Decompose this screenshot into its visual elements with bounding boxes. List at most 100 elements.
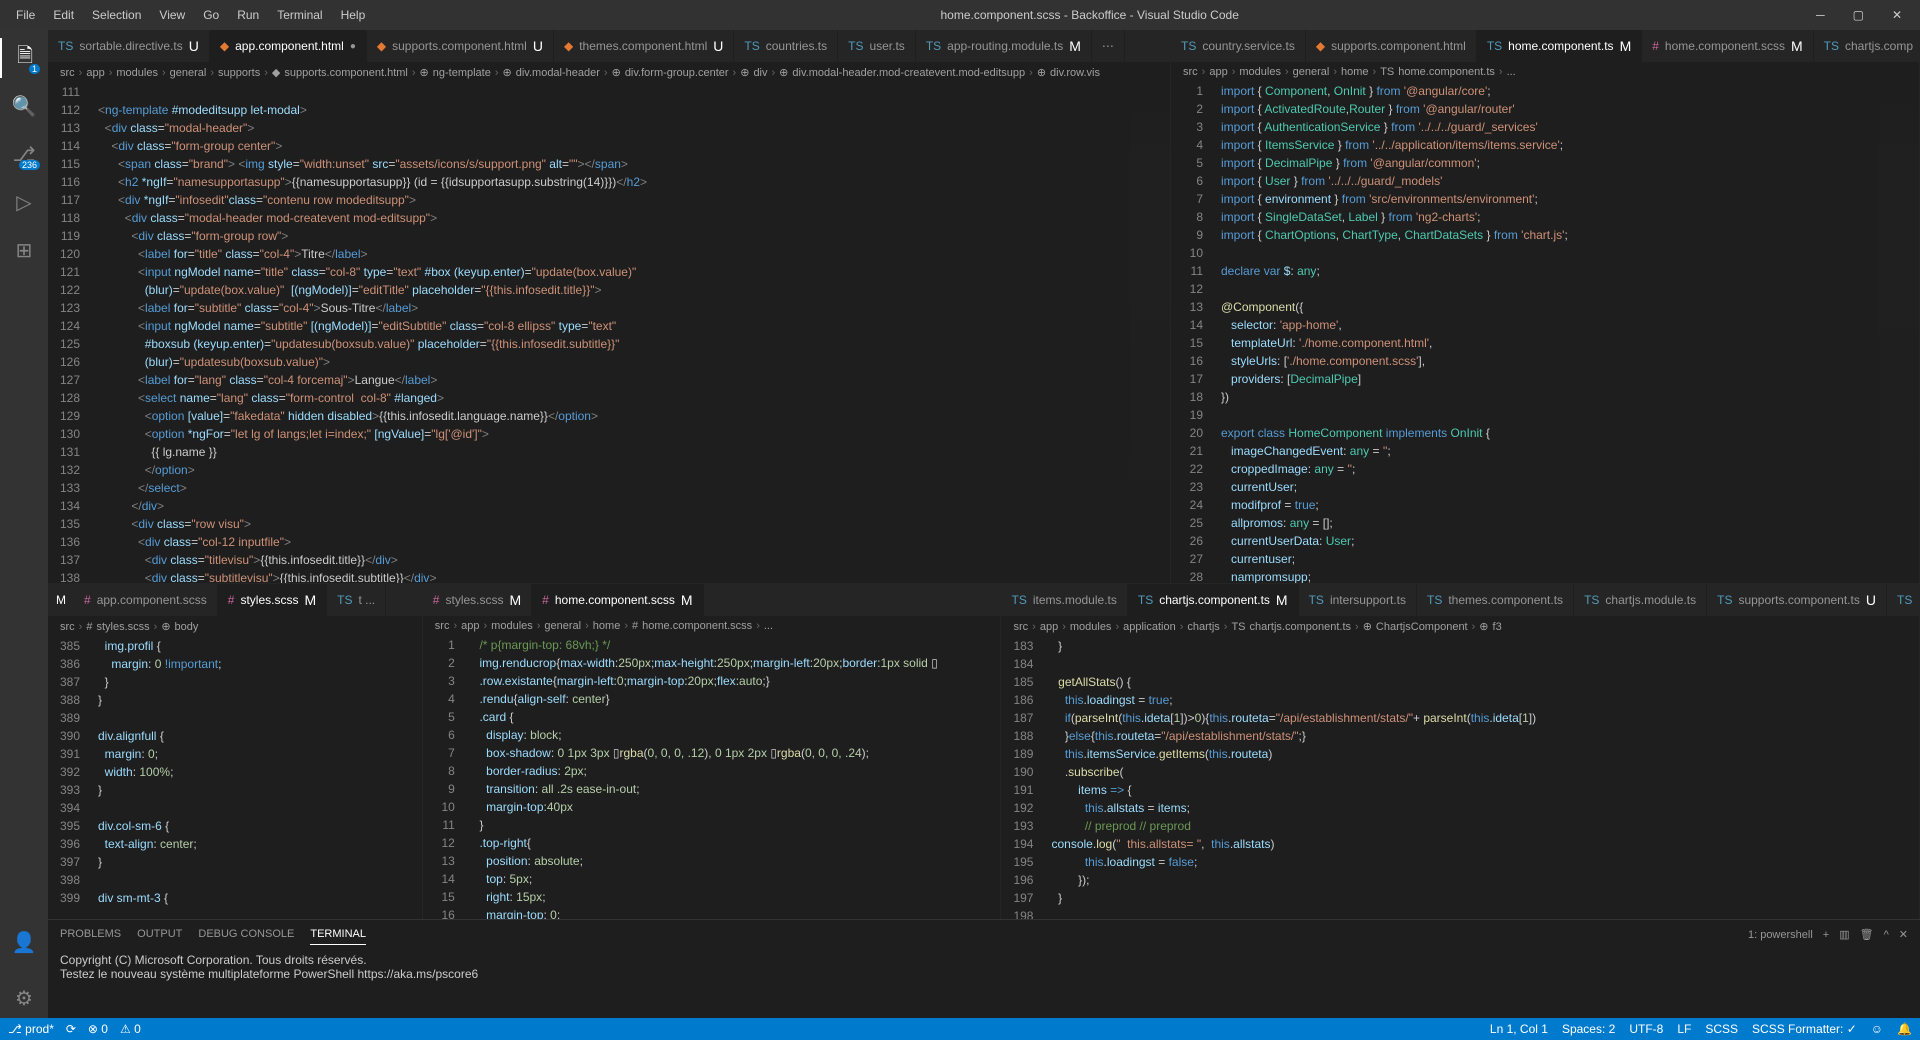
menu-edit[interactable]: Edit bbox=[45, 4, 82, 26]
explorer-icon[interactable]: 🗎1 bbox=[0, 38, 48, 78]
tab[interactable]: #home.component.scssM bbox=[1642, 30, 1813, 62]
panel-tab-debug[interactable]: DEBUG CONSOLE bbox=[198, 924, 294, 945]
tab[interactable]: #styles.scssM bbox=[423, 584, 532, 616]
formatter-indicator[interactable]: SCSS Formatter: ✓ bbox=[1752, 1022, 1857, 1036]
close-panel-icon[interactable]: ✕ bbox=[1899, 924, 1908, 945]
maximize-panel-icon[interactable]: ^ bbox=[1884, 925, 1889, 945]
tab[interactable]: TSsortable.directive.tsU bbox=[48, 30, 210, 62]
maximize-button[interactable]: ▢ bbox=[1843, 4, 1874, 26]
minimap[interactable] bbox=[1130, 83, 1170, 583]
tab[interactable]: #home.component.scssM bbox=[532, 584, 703, 616]
tab[interactable]: ◆supports.component.html bbox=[1306, 30, 1477, 62]
tab[interactable]: #app.component.scss bbox=[74, 584, 218, 616]
indent-indicator[interactable]: Spaces: 2 bbox=[1562, 1022, 1615, 1036]
search-icon[interactable]: 🔍 bbox=[0, 86, 48, 126]
minimap[interactable] bbox=[1879, 82, 1919, 583]
tab[interactable]: TSchartjs.component.tsM bbox=[1128, 584, 1299, 616]
feedback-icon[interactable]: ☺ bbox=[1871, 1022, 1883, 1036]
bell-icon[interactable]: 🔔 bbox=[1897, 1022, 1912, 1036]
editor-body[interactable]: 111112<ng-template #modeditsupp let-moda… bbox=[48, 83, 1170, 583]
tab-bar: TSitems.module.ts TSchartjs.component.ts… bbox=[1001, 584, 1919, 616]
minimize-button[interactable]: ─ bbox=[1806, 4, 1835, 26]
terminal-line: Copyright (C) Microsoft Corporation. Tou… bbox=[60, 953, 1908, 967]
status-indicator: M bbox=[48, 584, 74, 616]
tab[interactable]: TSt ... bbox=[327, 584, 386, 616]
breadcrumb[interactable]: src› app› modules› general› home› # home… bbox=[423, 616, 1001, 636]
tab-bar: TScountry.service.ts ◆supports.component… bbox=[1171, 30, 1919, 62]
menu-help[interactable]: Help bbox=[333, 4, 374, 26]
tab[interactable]: TSintersupport.ts bbox=[1299, 584, 1417, 616]
tab[interactable]: TSthemes.component.ts bbox=[1417, 584, 1574, 616]
branch-indicator[interactable]: ⎇ prod* bbox=[8, 1022, 54, 1036]
tab[interactable]: TSitems.module.ts bbox=[1001, 584, 1127, 616]
tab[interactable]: TSuser.ts bbox=[838, 30, 916, 62]
tab[interactable]: #styles.scssM bbox=[218, 584, 327, 616]
debug-icon[interactable]: ▷ bbox=[0, 182, 48, 222]
editor-group-mid-a: M #app.component.scss #styles.scssM TSt … bbox=[48, 584, 423, 919]
extensions-icon[interactable]: ⊞ bbox=[0, 230, 48, 270]
terminal-selector[interactable]: 1: powershell bbox=[1748, 925, 1813, 945]
tab[interactable]: ◆themes.component.htmlU bbox=[554, 30, 734, 62]
tab[interactable]: TSapp-routing.module.tsM bbox=[916, 30, 1092, 62]
warnings-count[interactable]: ⚠ 0 bbox=[120, 1022, 141, 1036]
editor-group-mid-b: #styles.scssM #home.component.scssM src›… bbox=[423, 584, 1002, 919]
breadcrumb[interactable]: src› app› modules› general› supports› ◆ … bbox=[48, 62, 1170, 83]
editor-body[interactable]: 1 /* p{margin-top: 68vh;} */2 img.renduc… bbox=[423, 636, 1001, 919]
tab[interactable]: TSchartjs.comp bbox=[1814, 30, 1919, 62]
panel-tab-output[interactable]: OUTPUT bbox=[137, 924, 182, 945]
breadcrumb[interactable]: src› # styles.scss› ⊕ body bbox=[48, 616, 422, 637]
menu-file[interactable]: File bbox=[8, 4, 43, 26]
panel-tab-terminal[interactable]: TERMINAL bbox=[310, 924, 366, 945]
menu-selection[interactable]: Selection bbox=[84, 4, 149, 26]
terminal-body[interactable]: Copyright (C) Microsoft Corporation. Tou… bbox=[48, 949, 1920, 1018]
activity-bar: 🗎1 🔍 ⎇236 ▷ ⊞ 👤 ⚙ bbox=[0, 30, 48, 1018]
status-bar: ⎇ prod* ⟳ ⊗ 0 ⚠ 0 Ln 1, Col 1 Spaces: 2 … bbox=[0, 1018, 1920, 1040]
editor-group-mid-c: TSitems.module.ts TSchartjs.component.ts… bbox=[1001, 584, 1920, 919]
encoding-indicator[interactable]: UTF-8 bbox=[1629, 1022, 1663, 1036]
editor-body[interactable]: 183 }184185 getAllStats() {186 this.load… bbox=[1001, 637, 1919, 919]
editor-body[interactable]: 385 img.profil {386 margin: 0 !important… bbox=[48, 637, 422, 919]
window-controls: ─ ▢ ✕ bbox=[1806, 4, 1912, 26]
breadcrumb[interactable]: src› app› modules› general› home› TS hom… bbox=[1171, 62, 1919, 82]
editor-group-top-right: TScountry.service.ts ◆supports.component… bbox=[1171, 30, 1920, 583]
explorer-badge: 1 bbox=[29, 64, 40, 74]
window-title: home.component.scss - Backoffice - Visua… bbox=[373, 8, 1806, 22]
panel-tab-problems[interactable]: PROBLEMS bbox=[60, 924, 121, 945]
trash-icon[interactable]: 🗑 bbox=[1860, 924, 1874, 945]
eol-indicator[interactable]: LF bbox=[1677, 1022, 1691, 1036]
tab[interactable]: TScountries.ts bbox=[734, 30, 838, 62]
language-indicator[interactable]: SCSS bbox=[1705, 1022, 1738, 1036]
scm-icon[interactable]: ⎇236 bbox=[0, 134, 48, 174]
panel: PROBLEMS OUTPUT DEBUG CONSOLE TERMINAL 1… bbox=[48, 919, 1920, 1018]
menu-view[interactable]: View bbox=[151, 4, 193, 26]
menu-go[interactable]: Go bbox=[195, 4, 227, 26]
tab-bar: #styles.scssM #home.component.scssM bbox=[423, 584, 1001, 616]
tab[interactable]: TShome.component.tsM bbox=[1477, 30, 1642, 62]
tab-bar: TSsortable.directive.tsU ◆app.component.… bbox=[48, 30, 1170, 62]
tab[interactable]: TSchartjs.module.ts bbox=[1574, 584, 1707, 616]
editor-group-top-left: TSsortable.directive.tsU ◆app.component.… bbox=[48, 30, 1171, 583]
tab[interactable]: ◆app.component.html● bbox=[210, 30, 367, 62]
cursor-position[interactable]: Ln 1, Col 1 bbox=[1490, 1022, 1548, 1036]
errors-count[interactable]: ⊗ 0 bbox=[88, 1022, 108, 1036]
account-icon[interactable]: 👤 bbox=[0, 922, 48, 962]
title-bar: File Edit Selection View Go Run Terminal… bbox=[0, 0, 1920, 30]
menu-bar: File Edit Selection View Go Run Terminal… bbox=[8, 4, 373, 26]
tab[interactable]: ◆supports.component.htmlU bbox=[367, 30, 554, 62]
menu-run[interactable]: Run bbox=[229, 4, 267, 26]
sync-icon[interactable]: ⟳ bbox=[66, 1022, 76, 1036]
terminal-line: Testez le nouveau système multiplateform… bbox=[60, 967, 1908, 981]
tab[interactable]: TSitems bbox=[1887, 584, 1919, 616]
editor-body[interactable]: 1import { Component, OnInit } from '@ang… bbox=[1171, 82, 1919, 583]
tab-bar: M #app.component.scss #styles.scssM TSt … bbox=[48, 584, 422, 616]
scm-badge: 236 bbox=[19, 160, 40, 170]
settings-icon[interactable]: ⚙ bbox=[0, 978, 48, 1018]
breadcrumb[interactable]: src› app› modules› application› chartjs›… bbox=[1001, 616, 1919, 637]
close-button[interactable]: ✕ bbox=[1882, 4, 1912, 26]
menu-terminal[interactable]: Terminal bbox=[269, 4, 330, 26]
tab-overflow[interactable]: ⋯ bbox=[1092, 30, 1125, 62]
tab[interactable]: TSsupports.component.tsU bbox=[1707, 584, 1887, 616]
new-terminal-icon[interactable]: + bbox=[1823, 925, 1829, 945]
tab[interactable]: TScountry.service.ts bbox=[1171, 30, 1306, 62]
split-terminal-icon[interactable]: ▥ bbox=[1839, 924, 1849, 945]
